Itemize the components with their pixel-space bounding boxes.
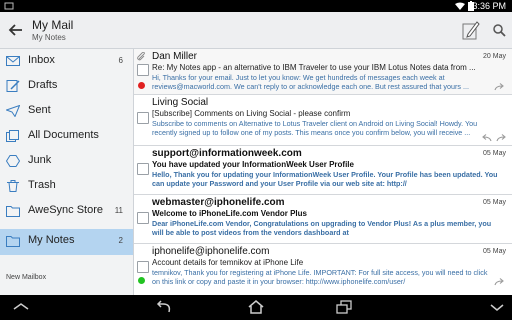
collapse-icon[interactable] — [12, 300, 30, 314]
clock: 3:36 PM — [472, 1, 506, 11]
message-subject: [Subscribe] Comments on Living Social - … — [152, 109, 351, 118]
message-row[interactable]: webmaster@iphonelife.com 05 May Welcome … — [134, 195, 512, 244]
system-navigation-bar — [0, 295, 512, 320]
back-arrow-icon[interactable] — [8, 22, 24, 38]
sidebar-item-label: Trash — [28, 179, 56, 191]
message-date: 05 May — [483, 248, 506, 255]
sidebar-item-all-documents[interactable]: All Documents — [0, 124, 133, 149]
message-subject: Welcome to iPhoneLife.com Vendor Plus — [152, 209, 307, 218]
notification-icon — [4, 2, 14, 10]
message-preview: Dear iPhoneLife.com Vendor, Congratulati… — [152, 219, 492, 237]
forward-icon — [494, 278, 504, 286]
message-checkbox[interactable] — [137, 163, 149, 175]
message-subject: You have updated your InformationWeek Us… — [152, 160, 354, 169]
status-bar: 3:36 PM — [0, 0, 512, 12]
sidebar-item-inbox[interactable]: Inbox 6 — [0, 49, 133, 74]
message-date: 05 May — [483, 199, 506, 206]
message-list: Dan Miller 20 May Re: My Notes app - an … — [134, 49, 512, 295]
message-preview: Subscribe to comments on Alternative to … — [152, 119, 478, 137]
sidebar-item-trash[interactable]: Trash — [0, 174, 133, 199]
message-sender: iphonelife@iphonelife.com — [152, 246, 270, 257]
menu-icon[interactable] — [488, 300, 506, 314]
attachment-icon — [137, 52, 145, 61]
sidebar-item-label: AweSync Store — [28, 204, 104, 216]
page-title: My Mail — [32, 18, 74, 32]
sidebar-item-label: All Documents — [28, 129, 99, 141]
message-date: 20 May — [483, 53, 506, 60]
sidebar-item-drafts[interactable]: Drafts — [0, 74, 133, 99]
wifi-icon — [455, 2, 465, 10]
sidebar-item-label: Junk — [28, 154, 52, 166]
sidebar-item-label: Inbox — [28, 54, 55, 66]
drafts-icon — [6, 80, 20, 92]
message-row[interactable]: iphonelife@iphonelife.com 05 May Account… — [134, 244, 512, 295]
mailbox-sidebar: Inbox 6 Drafts Sent All Documents Junk T… — [0, 49, 134, 295]
message-preview: temnikov, Thank you for registering at i… — [152, 268, 488, 286]
red-flag-icon — [138, 82, 145, 89]
message-sender: Living Social — [152, 97, 209, 108]
message-row[interactable]: support@informationweek.com 05 May You h… — [134, 146, 512, 195]
recent-apps-icon[interactable] — [335, 300, 353, 314]
trash-icon — [7, 180, 19, 192]
message-checkbox[interactable] — [137, 212, 149, 224]
message-sender: Dan Miller — [152, 51, 198, 62]
reply-icon — [482, 134, 492, 142]
sidebar-item-label: Drafts — [28, 79, 58, 91]
action-bar: My Mail My Notes — [0, 12, 512, 49]
unread-count: 2 — [118, 236, 123, 245]
message-subject: Re: My Notes app - an alternative to IBM… — [152, 63, 476, 72]
sidebar-item-junk[interactable]: Junk — [0, 149, 133, 174]
sidebar-item-sent[interactable]: Sent — [0, 99, 133, 124]
forward-icon — [496, 134, 506, 142]
message-preview: Hello, Thank you for updating your Infor… — [152, 170, 498, 188]
sidebar-item-label: My Notes — [28, 234, 75, 246]
sidebar-item-label: Sent — [28, 104, 51, 116]
search-icon[interactable] — [492, 23, 506, 37]
folder-icon — [6, 206, 20, 217]
message-row[interactable]: Dan Miller 20 May Re: My Notes app - an … — [134, 49, 512, 95]
sidebar-item-my-notes[interactable]: My Notes 2 — [0, 229, 133, 255]
sidebar-item-awesync-store[interactable]: AweSync Store 11 — [0, 199, 133, 224]
message-checkbox[interactable] — [137, 261, 149, 273]
unread-count: 11 — [114, 206, 123, 215]
message-preview: Hi, Thanks for your email. Just to let y… — [152, 73, 469, 91]
new-mailbox-link[interactable]: New Mailbox — [6, 274, 46, 281]
message-date: 05 May — [483, 150, 506, 157]
inbox-icon — [6, 56, 20, 66]
message-subject: Account details for temnikov at iPhone L… — [152, 258, 304, 267]
home-icon[interactable] — [247, 300, 265, 314]
message-row[interactable]: Living Social [Subscribe] Comments on Li… — [134, 95, 512, 146]
folder-icon — [6, 236, 20, 247]
message-sender: support@informationweek.com — [152, 148, 302, 159]
message-checkbox[interactable] — [137, 112, 149, 124]
message-sender: webmaster@iphonelife.com — [152, 197, 285, 208]
compose-icon[interactable] — [462, 20, 480, 40]
message-checkbox[interactable] — [137, 64, 149, 76]
junk-icon — [6, 155, 20, 167]
page-subtitle: My Notes — [32, 33, 66, 42]
unread-count: 6 — [118, 56, 123, 65]
back-icon[interactable] — [155, 300, 173, 314]
forward-icon — [494, 83, 504, 91]
all-documents-icon — [6, 130, 19, 142]
green-flag-icon — [138, 277, 145, 284]
sent-icon — [6, 105, 20, 117]
